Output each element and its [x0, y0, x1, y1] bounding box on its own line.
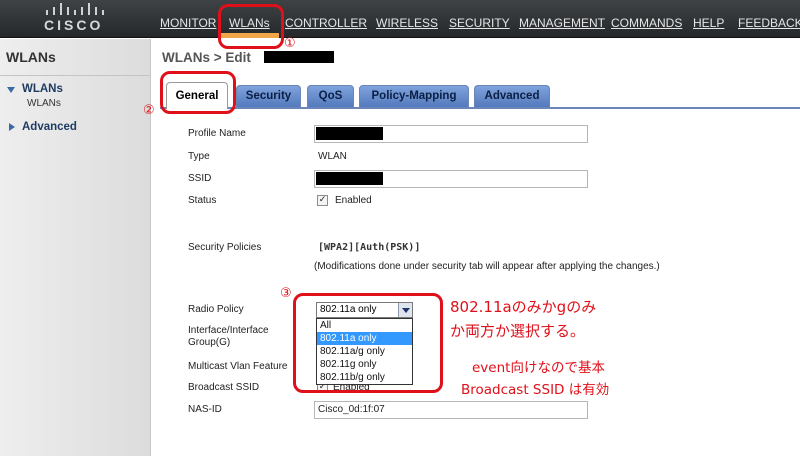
expanded-triangle-icon[interactable] — [7, 87, 15, 93]
security-note: (Modifications done under security tab w… — [314, 261, 660, 272]
security-policies-label: Security Policies — [188, 242, 262, 253]
cisco-logo-bars-icon — [44, 3, 108, 15]
tab-security[interactable]: Security — [236, 85, 301, 107]
nas-id-value: Cisco_0d:1f:07 — [318, 404, 385, 415]
sidebar-item-wlans[interactable]: WLANs — [22, 83, 63, 95]
profile-name-label: Profile Name — [188, 128, 246, 139]
status-checkbox-label: Enabled — [335, 195, 372, 206]
annotation-box-wlans — [218, 4, 284, 49]
annotation-note-broadcast-line1: event向けなので基本 — [472, 360, 605, 376]
cisco-logo: CISCO — [30, 3, 120, 35]
redacted-ssid — [316, 172, 383, 185]
collapsed-triangle-icon[interactable] — [9, 123, 15, 131]
broadcast-ssid-label: Broadcast SSID — [188, 382, 260, 393]
nav-feedback[interactable]: FEEDBACK — [738, 16, 800, 30]
security-policies-value: [WPA2][Auth(PSK)] — [318, 242, 421, 253]
nav-wireless[interactable]: WIRELESS — [376, 16, 438, 30]
interface-label: Interface/Interface — [188, 325, 269, 336]
radio-policy-option[interactable]: 802.11b/g only — [317, 371, 412, 384]
nav-monitor[interactable]: MONITOR — [160, 16, 216, 30]
interface-group-label: Group(G) — [188, 337, 231, 348]
status-label: Status — [188, 195, 217, 206]
radio-policy-option[interactable]: 802.11g only — [317, 358, 412, 371]
multicast-vlan-label: Multicast Vlan Feature — [188, 361, 288, 372]
tab-general[interactable]: General — [166, 82, 228, 109]
page-title: WLANs > Edit — [162, 50, 251, 65]
radio-policy-dropdown: All 802.11a only 802.11a/g only 802.11g … — [316, 318, 413, 385]
redacted-wlan-name — [264, 51, 334, 63]
tab-policy-mapping[interactable]: Policy-Mapping — [359, 85, 469, 107]
nav-management[interactable]: MANAGEMENT — [519, 16, 605, 30]
annotation-marker-2: ② — [143, 103, 155, 118]
annotation-marker-3: ③ — [280, 286, 292, 301]
ssid-label: SSID — [188, 173, 212, 184]
type-value: WLAN — [318, 151, 347, 162]
annotation-note-broadcast-line2: Broadcast SSID は有効 — [461, 382, 610, 398]
nav-help[interactable]: HELP — [693, 16, 724, 30]
sidebar-title: WLANs — [6, 49, 56, 65]
nav-controller[interactable]: CONTROLLER — [285, 16, 367, 30]
sidebar: WLANs WLANs WLANs Advanced — [0, 39, 151, 456]
radio-policy-option[interactable]: All — [317, 319, 412, 332]
top-navigation-bar: CISCO MONITOR WLANs CONTROLLER WIRELESS … — [0, 0, 800, 38]
tab-advanced[interactable]: Advanced — [474, 85, 550, 107]
annotation-marker-1: ① — [284, 36, 296, 51]
tab-underline — [160, 107, 800, 109]
cisco-logo-text: CISCO — [44, 17, 104, 33]
tab-qos[interactable]: QoS — [307, 85, 354, 107]
type-label: Type — [188, 151, 210, 162]
annotation-note-radio-line1: 802.11aのみかgのみ — [450, 298, 597, 316]
annotation-note-radio-line2: か両方か選択する。 — [450, 322, 586, 340]
sidebar-subitem-wlans[interactable]: WLANs — [27, 98, 61, 109]
sidebar-item-advanced[interactable]: Advanced — [22, 121, 77, 133]
redacted-profile-name — [316, 127, 383, 140]
radio-policy-label: Radio Policy — [188, 304, 244, 315]
radio-policy-option[interactable]: 802.11a/g only — [317, 345, 412, 358]
sidebar-divider — [0, 75, 150, 76]
status-checkbox[interactable]: ✓ — [317, 195, 328, 206]
nav-security[interactable]: SECURITY — [449, 16, 510, 30]
nas-id-label: NAS-ID — [188, 404, 222, 415]
radio-policy-option[interactable]: 802.11a only — [317, 332, 412, 345]
nav-commands[interactable]: COMMANDS — [611, 16, 682, 30]
